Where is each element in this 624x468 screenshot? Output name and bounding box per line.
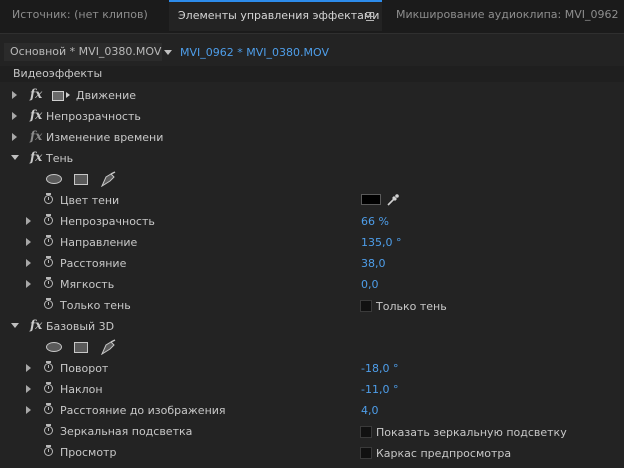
param-value[interactable]: 135,0 °	[361, 236, 402, 249]
eyedropper-icon[interactable]	[386, 193, 400, 207]
effect-name: Изменение времени	[46, 131, 164, 144]
checkbox-label: Показать зеркальную подсветку	[376, 426, 567, 439]
param-label: Непрозрачность	[60, 215, 155, 228]
expand-icon[interactable]	[26, 259, 31, 267]
param-label: Наклон	[60, 383, 103, 396]
fx-icon[interactable]: fx	[30, 87, 42, 101]
stopwatch-icon[interactable]	[44, 298, 53, 309]
param-shadow-distance: Расстояние 38,0	[0, 253, 624, 274]
collapse-icon[interactable]	[11, 323, 19, 328]
fx-icon: fx	[30, 129, 43, 143]
clip-selector-bar: Основной * MVI_0380.MOV MVI_0962 * MVI_0…	[0, 40, 624, 64]
param-shadow-softness: Мягкость 0,0	[0, 274, 624, 295]
checkbox-label: Только тень	[376, 300, 447, 313]
effect-name: Движение	[76, 89, 137, 102]
stopwatch-icon[interactable]	[44, 445, 53, 456]
expand-icon[interactable]	[26, 280, 31, 288]
effect-row-motion[interactable]: fx Движение	[0, 85, 624, 106]
param-distance-to-image: Расстояние до изображения 4,0	[0, 400, 624, 421]
param-label: Направление	[60, 236, 138, 249]
param-shadow-only: Только тень Только тень	[0, 295, 624, 316]
expand-icon[interactable]	[12, 91, 17, 99]
param-label: Мягкость	[60, 278, 115, 291]
effect-name: Непрозрачность	[46, 110, 141, 123]
param-specular: Зеркальная подсветка Показать зеркальную…	[0, 421, 624, 442]
wireframe-checkbox[interactable]	[360, 447, 372, 459]
expand-icon[interactable]	[12, 112, 17, 120]
motion-transform-icon[interactable]	[52, 91, 64, 101]
ellipse-mask-icon[interactable]	[46, 342, 62, 352]
param-label: Расстояние до изображения	[60, 404, 226, 417]
effect-row-basic3d[interactable]: fx Базовый 3D	[0, 316, 624, 337]
param-shadow-color: Цвет тени	[0, 190, 624, 211]
clip-dropdown-icon[interactable]	[164, 50, 172, 55]
param-shadow-direction: Направление 135,0 °	[0, 232, 624, 253]
video-effects-header: Видеоэффекты	[0, 66, 624, 82]
stopwatch-icon[interactable]	[44, 256, 53, 267]
tab-effect-controls[interactable]: Элементы управления эффектами	[169, 0, 382, 31]
stopwatch-icon[interactable]	[44, 403, 53, 414]
fx-icon[interactable]: fx	[30, 318, 42, 332]
expand-icon[interactable]	[26, 364, 31, 372]
fx-icon[interactable]: fx	[30, 108, 42, 122]
shadow-only-checkbox[interactable]	[360, 300, 372, 312]
param-value[interactable]: -18,0 °	[361, 362, 398, 375]
param-label: Расстояние	[60, 257, 127, 270]
master-clip-tab[interactable]: Основной * MVI_0380.MOV	[4, 43, 162, 61]
expand-icon[interactable]	[26, 406, 31, 414]
panel-menu-icon[interactable]	[366, 12, 374, 21]
param-value[interactable]: 38,0	[361, 257, 386, 270]
param-label: Цвет тени	[60, 194, 120, 207]
ellipse-mask-icon[interactable]	[46, 174, 62, 184]
mask-tools-row	[0, 169, 624, 190]
expand-icon[interactable]	[26, 238, 31, 246]
mask-tools-row	[0, 337, 624, 358]
param-value[interactable]: -11,0 °	[361, 383, 398, 396]
motion-play-icon	[66, 92, 70, 98]
expand-icon[interactable]	[26, 385, 31, 393]
checkbox-label: Каркас предпросмотра	[376, 447, 512, 460]
shadow-color-swatch[interactable]	[361, 194, 381, 205]
stopwatch-icon[interactable]	[44, 382, 53, 393]
param-value[interactable]: 0,0	[361, 278, 379, 291]
effect-row-time-remap[interactable]: fx Изменение времени	[0, 127, 624, 148]
rectangle-mask-icon[interactable]	[74, 174, 88, 185]
stopwatch-icon[interactable]	[44, 214, 53, 225]
stopwatch-icon[interactable]	[44, 193, 53, 204]
sequence-clip-label[interactable]: MVI_0962 * MVI_0380.MOV	[180, 46, 329, 59]
rectangle-mask-icon[interactable]	[74, 342, 88, 353]
stopwatch-icon[interactable]	[44, 361, 53, 372]
param-label: Поворот	[60, 362, 109, 375]
param-preview: Просмотр Каркас предпросмотра	[0, 442, 624, 463]
tab-audio-clip-mixer[interactable]: Микширование аудиоклипа: MVI_0962	[396, 0, 619, 32]
stopwatch-icon[interactable]	[44, 277, 53, 288]
param-value[interactable]: 4,0	[361, 404, 379, 417]
tab-source[interactable]: Источник: (нет клипов)	[12, 0, 148, 32]
tab-effect-controls-label: Элементы управления эффектами	[178, 9, 380, 22]
specular-checkbox[interactable]	[360, 426, 372, 438]
param-swivel: Поворот -18,0 °	[0, 358, 624, 379]
pen-mask-icon[interactable]	[99, 171, 117, 187]
effect-row-shadow[interactable]: fx Тень	[0, 148, 624, 169]
effect-name: Тень	[46, 152, 74, 165]
param-shadow-opacity: Непрозрачность 66 %	[0, 211, 624, 232]
param-label: Только тень	[60, 299, 131, 312]
param-label: Зеркальная подсветка	[60, 425, 193, 438]
effect-name: Базовый 3D	[46, 320, 115, 333]
pen-mask-icon[interactable]	[99, 339, 117, 355]
param-tilt: Наклон -11,0 °	[0, 379, 624, 400]
panel-tab-bar: Источник: (нет клипов) Элементы управлен…	[0, 0, 624, 34]
param-value[interactable]: 66 %	[361, 215, 389, 228]
stopwatch-icon[interactable]	[44, 235, 53, 246]
expand-icon[interactable]	[12, 133, 17, 141]
expand-icon[interactable]	[26, 217, 31, 225]
fx-icon[interactable]: fx	[30, 150, 42, 164]
stopwatch-icon[interactable]	[44, 424, 53, 435]
video-effects-title: Видеоэффекты	[13, 67, 103, 80]
param-label: Просмотр	[60, 446, 117, 459]
collapse-icon[interactable]	[11, 155, 19, 160]
effect-row-opacity[interactable]: fx Непрозрачность	[0, 106, 624, 127]
